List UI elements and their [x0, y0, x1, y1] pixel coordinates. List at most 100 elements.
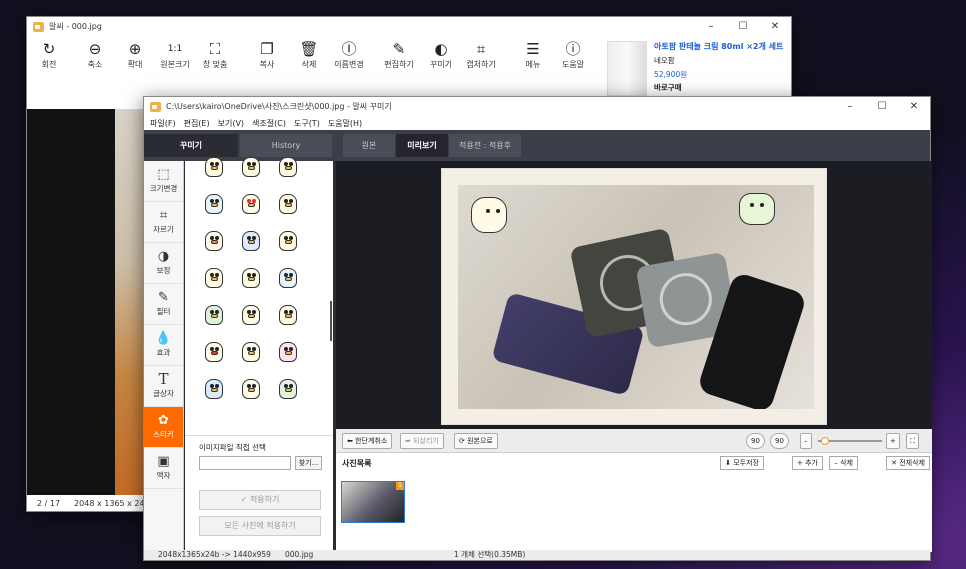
ad-title[interactable]: 아토팜 판테놀 크림 80ml ×2개 세트 [654, 41, 783, 52]
sticker-item[interactable] [202, 338, 226, 364]
minimize-button[interactable]: – [834, 97, 866, 116]
sticker-on-photo[interactable] [736, 189, 780, 229]
fit-window-button[interactable]: ⛶ 창 맞춤 [193, 39, 237, 70]
menu-view[interactable]: 보기(V) [218, 118, 244, 129]
tab-before-after[interactable]: 적용전 : 적용후 [449, 134, 521, 157]
fit-screen-button[interactable]: ⛶ [906, 433, 919, 449]
decorate-window: C:\Users\kairo\OneDrive\사진\스크린샷\000.jpg … [143, 96, 932, 561]
menu-help[interactable]: 도움말(H) [328, 118, 362, 129]
sticker-item[interactable] [239, 375, 263, 401]
sticker-actions: 이미지파일 직접 선택 찾기... ✓ 적용하기 모든 사진에 적용하기 [185, 435, 333, 552]
zoom-out-icon: ⊖ [88, 40, 102, 58]
delete-all-button[interactable]: ✕ 전체삭제 [886, 456, 930, 470]
tab-original[interactable]: 원본 [343, 134, 395, 157]
menu-color[interactable]: 색조절(C) [252, 118, 286, 129]
tool-resize[interactable]: ⬚ 크기변경 [144, 161, 183, 202]
zoom-out-button[interactable]: ⊖ 축소 [73, 39, 117, 70]
resize-icon: ⬚ [157, 167, 170, 182]
zoom-in-button[interactable]: ⊕ 확대 [113, 39, 157, 70]
sticker-item[interactable] [276, 301, 300, 327]
sticker-item[interactable] [239, 227, 263, 253]
sticker-item[interactable] [239, 153, 263, 179]
sticker-item[interactable] [202, 301, 226, 327]
original-size-button[interactable]: 1:1 원본크기 [153, 39, 197, 70]
rotate-left-button[interactable]: 90 [746, 433, 765, 449]
sticker-item[interactable] [239, 338, 263, 364]
preview-canvas[interactable] [336, 161, 932, 429]
apply-all-button[interactable]: 모든 사진에 적용하기 [199, 516, 321, 536]
undo-button[interactable]: ⬅ 한단계취소 [342, 433, 393, 449]
tab-preview[interactable]: 미리보기 [396, 134, 448, 157]
tool-crop[interactable]: ⌗ 자르기 [144, 202, 183, 243]
sticker-item[interactable] [276, 264, 300, 290]
sticker-item[interactable] [276, 190, 300, 216]
ad-banner[interactable]: 아토팜 판테놀 크림 80ml ×2개 세트 네오팜 52,900원 바로구매 [607, 41, 787, 103]
rotate-right-button[interactable]: 90 [770, 433, 789, 449]
close-button[interactable]: ✕ [759, 17, 791, 36]
menu-tools[interactable]: 도구(T) [294, 118, 320, 129]
sticker-item[interactable] [276, 375, 300, 401]
tool-sidebar: ⬚ 크기변경 ⌗ 자르기 ◑ 보정 ✎ 필터 💧 효과 T 글상자 ✿ 스티커 ▣ 액자 [144, 161, 184, 552]
photo-thumbnail[interactable]: 1 [341, 481, 405, 523]
close-button[interactable]: ✕ [898, 97, 930, 116]
rename-button[interactable]: Ⓘ 이름변경 [327, 39, 371, 70]
front-window-title: C:\Users\kairo\OneDrive\사진\스크린샷\000.jpg … [166, 102, 392, 111]
zoom-slider[interactable] [818, 437, 882, 445]
file-path-input[interactable] [199, 456, 291, 470]
apply-button[interactable]: ✓ 적용하기 [199, 490, 321, 510]
tool-filter[interactable]: ✎ 필터 [144, 284, 183, 325]
decorate-button[interactable]: ◐ 꾸미기 [419, 39, 463, 70]
sticker-item[interactable] [239, 301, 263, 327]
sticker-icon: ✿ [158, 413, 169, 428]
edit-button[interactable]: ✎ 편집하기 [377, 39, 421, 70]
tool-sticker[interactable]: ✿ 스티커 [144, 407, 183, 448]
minimize-button[interactable]: – [695, 17, 727, 36]
image-size: 2048 x 1365 x 24 [74, 498, 145, 508]
sticker-item[interactable] [202, 264, 226, 290]
zoom-plus-button[interactable]: + [886, 433, 900, 449]
undo-icon: ⬅ [347, 437, 356, 445]
menu-button[interactable]: ☰ 메뉴 [511, 39, 555, 70]
zoom-minus-button[interactable]: – [800, 433, 812, 449]
rotate-button[interactable]: ↻ 회전 [27, 39, 71, 70]
tool-frame[interactable]: ▣ 액자 [144, 448, 183, 489]
sticker-item[interactable] [276, 227, 300, 253]
redo-button[interactable]: ➦ 되살리기 [400, 433, 444, 449]
sticker-grid [195, 157, 307, 401]
sticker-scrollbar[interactable] [330, 301, 332, 341]
delete-photo-button[interactable]: – 삭제 [829, 456, 858, 470]
help-button[interactable]: ⓘ 도움말 [551, 39, 595, 70]
rename-icon: Ⓘ [341, 40, 357, 58]
menu-edit[interactable]: 편집(E) [184, 118, 210, 129]
front-titlebar: C:\Users\kairo\OneDrive\사진\스크린샷\000.jpg … [144, 97, 930, 116]
sticker-item[interactable] [202, 375, 226, 401]
sticker-item[interactable] [202, 153, 226, 179]
delete-button[interactable]: 🗑 삭제 [287, 39, 331, 70]
sticker-item[interactable] [239, 264, 263, 290]
photo-list: 1 [336, 473, 932, 552]
add-photo-button[interactable]: + 추가 [792, 456, 823, 470]
maximize-button[interactable]: ☐ [727, 17, 759, 36]
menu-file[interactable]: 파일(F) [150, 118, 176, 129]
original-button[interactable]: ⟳ 원본으로 [454, 433, 498, 449]
tool-effect[interactable]: 💧 효과 [144, 325, 183, 366]
check-icon: ✓ [240, 495, 250, 504]
sticker-item[interactable] [202, 227, 226, 253]
tool-text[interactable]: T 글상자 [144, 366, 183, 407]
tool-adjust[interactable]: ◑ 보정 [144, 243, 183, 284]
capture-button[interactable]: ⌗ 캡처하기 [459, 39, 503, 70]
sticker-on-photo[interactable] [468, 193, 512, 239]
zoom-slider-handle[interactable] [821, 437, 829, 445]
sticker-item[interactable] [239, 190, 263, 216]
selection-info: 1 개체 선택(0.35MB) [454, 550, 526, 559]
save-all-button[interactable]: ⬇ 모두저장 [720, 456, 764, 470]
ad-buy-link[interactable]: 바로구매 [654, 82, 682, 93]
maximize-button[interactable]: ☐ [866, 97, 898, 116]
sticker-item[interactable] [276, 338, 300, 364]
sticker-item[interactable] [202, 190, 226, 216]
copy-button[interactable]: ❐ 복사 [245, 39, 289, 70]
sticker-item[interactable] [276, 153, 300, 179]
browse-button[interactable]: 찾기... [295, 456, 322, 470]
edit-controls: ⬅ 한단계취소 ➦ 되살리기 ⟳ 원본으로 90 90 – + ⛶ [336, 429, 932, 453]
app-icon [150, 101, 161, 112]
